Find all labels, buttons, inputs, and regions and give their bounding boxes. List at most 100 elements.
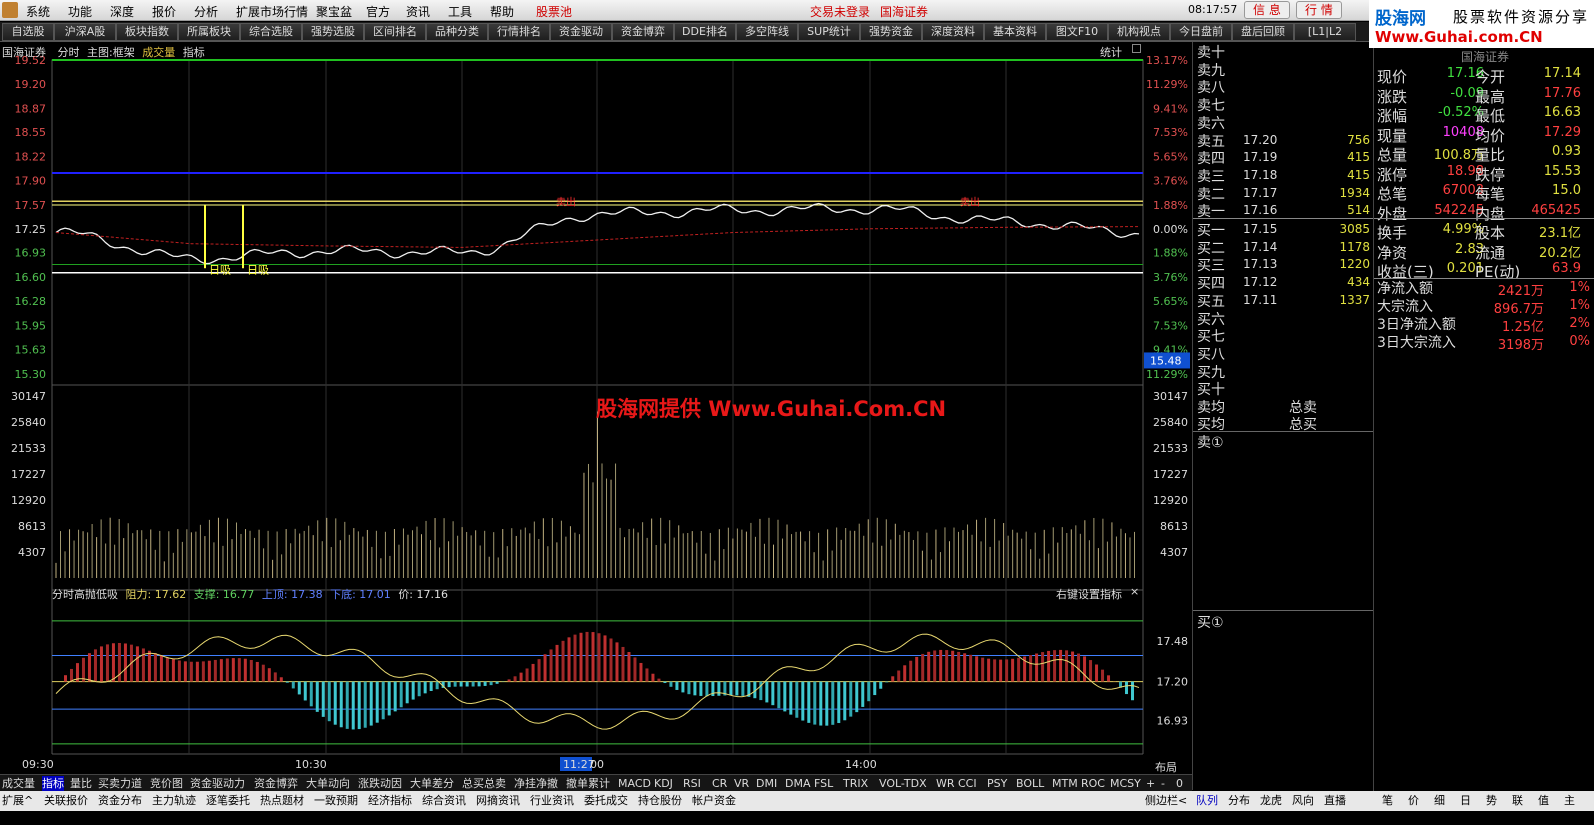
toolbar-tab[interactable]: DDE排名 bbox=[674, 23, 736, 41]
buy-level-price[interactable]: 17.14 bbox=[1243, 240, 1277, 254]
close-indicator-icon[interactable]: × bbox=[1130, 585, 1139, 598]
toolbar-tab[interactable]: 强势资金 bbox=[860, 23, 922, 41]
detail-tab[interactable]: 主 bbox=[1564, 793, 1575, 809]
indicator-tab[interactable]: 撤单累计 bbox=[566, 776, 610, 791]
indicator-tab[interactable]: TRIX bbox=[843, 776, 868, 791]
bottom-tab[interactable]: 一致预期 bbox=[314, 793, 358, 809]
toolbar-tab[interactable]: 强势选股 bbox=[302, 23, 364, 41]
indicator-tab[interactable]: DMA bbox=[785, 776, 811, 791]
right-panel-tab[interactable]: 直播 bbox=[1324, 793, 1346, 809]
chart-header-mode[interactable]: 分时 bbox=[58, 46, 80, 59]
menu-tools[interactable]: 工具 bbox=[448, 3, 472, 20]
sell-level-price[interactable]: 17.16 bbox=[1243, 203, 1277, 217]
right-panel-tab[interactable]: 风向 bbox=[1292, 793, 1314, 809]
bottom-tab[interactable]: 关联报价 bbox=[44, 793, 88, 809]
menu-extended-market[interactable]: 扩展市场行情 bbox=[236, 3, 308, 20]
indicator-tab[interactable]: 涨跌动因 bbox=[358, 776, 402, 791]
sell-level-price[interactable]: 17.17 bbox=[1243, 186, 1277, 200]
buy-level-price[interactable]: 17.12 bbox=[1243, 275, 1277, 289]
toolbar-tab[interactable]: 多空阵线 bbox=[736, 23, 798, 41]
bottom-tab[interactable]: 扩展^ bbox=[2, 793, 33, 809]
menu-news[interactable]: 资讯 bbox=[406, 3, 430, 20]
toolbar-tab[interactable]: 板块指数 bbox=[116, 23, 178, 41]
indicator-tab[interactable]: - bbox=[1161, 776, 1165, 791]
toolbar-tab[interactable]: [L1|L2 bbox=[1294, 23, 1356, 41]
menu-quote[interactable]: 报价 bbox=[152, 3, 176, 20]
detail-tab[interactable]: 价 bbox=[1408, 793, 1419, 809]
indicator-tab[interactable]: 资金博弈 bbox=[254, 776, 298, 791]
sell-level-price[interactable]: 17.18 bbox=[1243, 168, 1277, 182]
indicator-tab[interactable]: 买卖力道 bbox=[98, 776, 142, 791]
menu-system[interactable]: 系统 bbox=[26, 3, 50, 20]
toolbar-tab[interactable]: 所属板块 bbox=[178, 23, 240, 41]
bottom-tab[interactable]: 持仓股份 bbox=[638, 793, 682, 809]
indicator-tab[interactable]: 成交量 bbox=[2, 776, 35, 791]
detail-tab[interactable]: 日 bbox=[1460, 793, 1471, 809]
indicator-tab[interactable]: 大单差分 bbox=[410, 776, 454, 791]
intraday-chart[interactable]: 19.52 13.17% 19.20 11.29% 18.87 9.41% 18.55 7.5… bbox=[0, 42, 1192, 774]
buy-level-price[interactable]: 17.15 bbox=[1243, 222, 1277, 236]
toolbar-tab[interactable]: 行情排名 bbox=[488, 23, 550, 41]
indicator-tab[interactable]: MTM bbox=[1052, 776, 1078, 791]
toolbar-tab[interactable]: SUP统计 bbox=[798, 23, 860, 41]
menu-analysis[interactable]: 分析 bbox=[194, 3, 218, 20]
bottom-tab[interactable]: 逐笔委托 bbox=[206, 793, 250, 809]
toolbar-tab[interactable]: 今日盘前 bbox=[1170, 23, 1232, 41]
indicator-tab[interactable]: 总买总卖 bbox=[462, 776, 506, 791]
indicator-tab[interactable]: VOL-TDX bbox=[879, 776, 927, 791]
indicator-tab[interactable]: WR bbox=[936, 776, 955, 791]
indicator-tab[interactable]: 大单动向 bbox=[306, 776, 350, 791]
indicator-tab[interactable]: PSY bbox=[987, 776, 1007, 791]
toolbar-tab[interactable]: 盘后回顾 bbox=[1232, 23, 1294, 41]
bottom-tab[interactable]: 综合资讯 bbox=[422, 793, 466, 809]
maximize-icon[interactable] bbox=[1132, 44, 1141, 53]
toolbar-tab[interactable]: 机构视点 bbox=[1108, 23, 1170, 41]
indicator-tab[interactable]: 量比 bbox=[70, 776, 92, 791]
bottom-tab[interactable]: 网摘资讯 bbox=[476, 793, 520, 809]
bottom-tab[interactable]: 主力轨迹 bbox=[152, 793, 196, 809]
buy-level-price[interactable]: 17.11 bbox=[1243, 293, 1277, 307]
indicator-tab[interactable]: MACD bbox=[618, 776, 651, 791]
indicator-tab[interactable]: MCSY bbox=[1110, 776, 1141, 791]
toolbar-tab[interactable]: 综合选股 bbox=[240, 23, 302, 41]
toolbar-tab[interactable]: 沪深A股 bbox=[54, 23, 116, 41]
detail-tab[interactable]: 势 bbox=[1486, 793, 1497, 809]
sell-level-price[interactable]: 17.20 bbox=[1243, 133, 1277, 147]
stats-button[interactable]: 统计 bbox=[1100, 44, 1122, 60]
login-status[interactable]: 交易未登录 bbox=[810, 3, 870, 20]
indicator-tab[interactable]: FSL bbox=[814, 776, 833, 791]
indicator-tab[interactable]: 资金驱动力 bbox=[190, 776, 245, 791]
detail-tab[interactable]: 联 bbox=[1512, 793, 1523, 809]
right-panel-tab[interactable]: 队列 bbox=[1196, 793, 1218, 809]
indicator-tab[interactable]: 指标 bbox=[42, 776, 64, 791]
layout-button[interactable]: 布局 bbox=[1155, 759, 1177, 775]
indicator-tab[interactable]: 净挂净撤 bbox=[514, 776, 558, 791]
menu-depth[interactable]: 深度 bbox=[110, 3, 134, 20]
indicator-tab[interactable]: BOLL bbox=[1016, 776, 1044, 791]
menu-treasure[interactable]: 聚宝盆 bbox=[316, 3, 352, 20]
detail-tab[interactable]: 值 bbox=[1538, 793, 1549, 809]
toolbar-tab[interactable]: 资金博弈 bbox=[612, 23, 674, 41]
chart-header-main[interactable]: 主图:框架 bbox=[87, 46, 135, 59]
detail-tab[interactable]: 细 bbox=[1434, 793, 1445, 809]
toolbar-tab[interactable]: 品种分类 bbox=[426, 23, 488, 41]
info-button[interactable]: 信 息 bbox=[1244, 1, 1290, 19]
sell-level-price[interactable]: 17.19 bbox=[1243, 150, 1277, 164]
bottom-tab[interactable]: 资金分布 bbox=[98, 793, 142, 809]
bottom-tab[interactable]: 帐户资金 bbox=[692, 793, 736, 809]
detail-tab[interactable]: 笔 bbox=[1382, 793, 1393, 809]
toolbar-tab[interactable]: 区间排名 bbox=[364, 23, 426, 41]
indicator-tab[interactable]: RSI bbox=[683, 776, 701, 791]
menu-function[interactable]: 功能 bbox=[68, 3, 92, 20]
sidebar-toggle[interactable]: 侧边栏< bbox=[1145, 793, 1187, 809]
indicator-tab[interactable]: DMI bbox=[756, 776, 777, 791]
toolbar-tab[interactable]: 资金驱动 bbox=[550, 23, 612, 41]
indicator-settings[interactable]: 右键设置指标 bbox=[1056, 586, 1122, 602]
indicator-tab[interactable]: 0 bbox=[1176, 776, 1183, 791]
bottom-tab[interactable]: 经济指标 bbox=[368, 793, 412, 809]
toolbar-tab[interactable]: 自选股 bbox=[2, 23, 54, 41]
indicator-tab[interactable]: 竞价图 bbox=[150, 776, 183, 791]
menu-official[interactable]: 官方 bbox=[366, 3, 390, 20]
indicator-tab[interactable]: CCI bbox=[958, 776, 977, 791]
toolbar-tab[interactable]: 图文F10 bbox=[1046, 23, 1108, 41]
